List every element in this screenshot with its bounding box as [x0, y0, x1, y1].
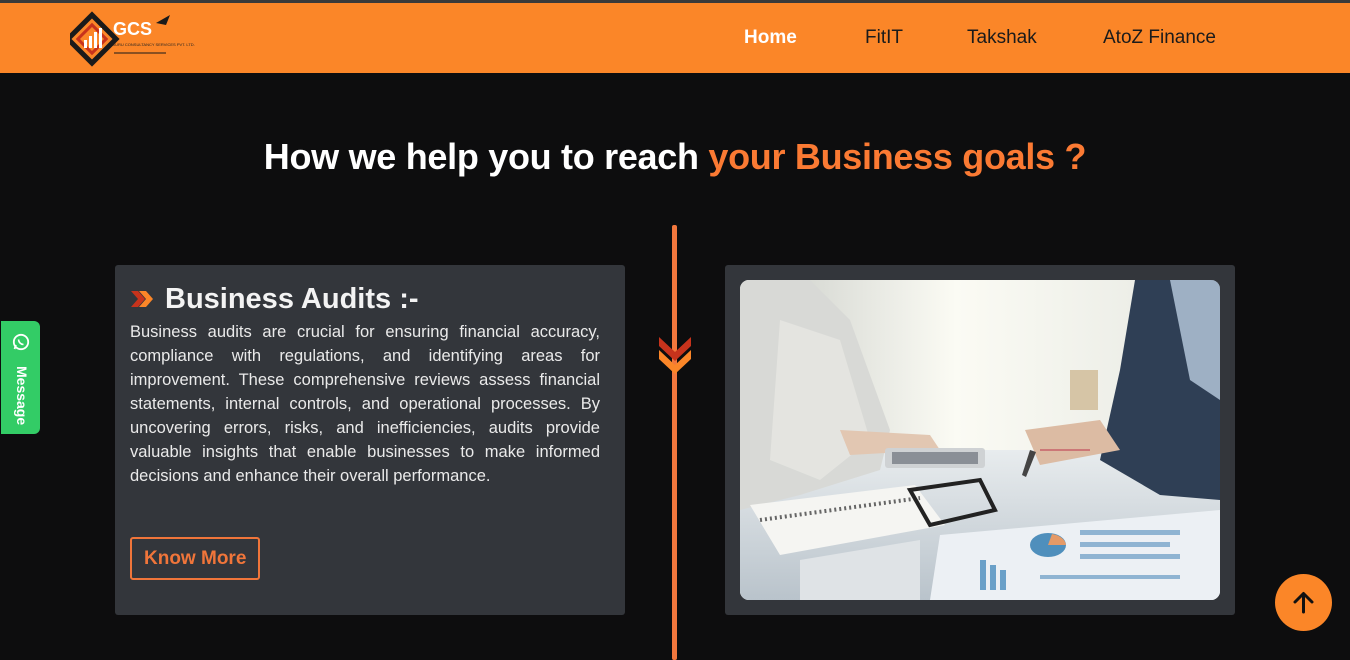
message-label: Message	[14, 366, 30, 426]
logo-text: GCS	[113, 19, 153, 39]
know-more-button[interactable]: Know More	[130, 537, 261, 580]
business-audits-card: Business Audits :- Business audits are c…	[115, 265, 625, 615]
scroll-to-top-button[interactable]	[1275, 574, 1332, 631]
image-card	[725, 265, 1235, 615]
section-title-accent: your Business goals ?	[708, 136, 1087, 177]
nav-atoz-finance[interactable]: AtoZ Finance	[1103, 27, 1216, 49]
card-title: Business Audits :-	[165, 283, 419, 315]
timeline-chevron-icon	[656, 334, 694, 376]
navbar: GCS GURU CONSULTANCY SERVICES PVT. LTD. …	[0, 3, 1350, 73]
timeline-line	[672, 225, 677, 660]
nav-takshak[interactable]: Takshak	[967, 27, 1037, 49]
nav-fitit[interactable]: FitIT	[865, 27, 903, 49]
section-title-main: How we help you to reach	[263, 136, 709, 177]
business-meeting-photo	[740, 280, 1220, 600]
double-chevron-icon	[130, 289, 154, 309]
section-title: How we help you to reach your Business g…	[0, 136, 1350, 178]
card-description: Business audits are crucial for ensuring…	[130, 323, 600, 485]
message-tab[interactable]: Message	[1, 321, 40, 434]
logo-tagline: GURU CONSULTANCY SERVICES PVT. LTD.	[112, 42, 195, 47]
nav-home[interactable]: Home	[744, 27, 797, 49]
gcs-logo[interactable]: GCS GURU CONSULTANCY SERVICES PVT. LTD.	[64, 9, 195, 69]
whatsapp-icon	[12, 333, 30, 351]
arrow-up-icon	[1293, 592, 1314, 614]
